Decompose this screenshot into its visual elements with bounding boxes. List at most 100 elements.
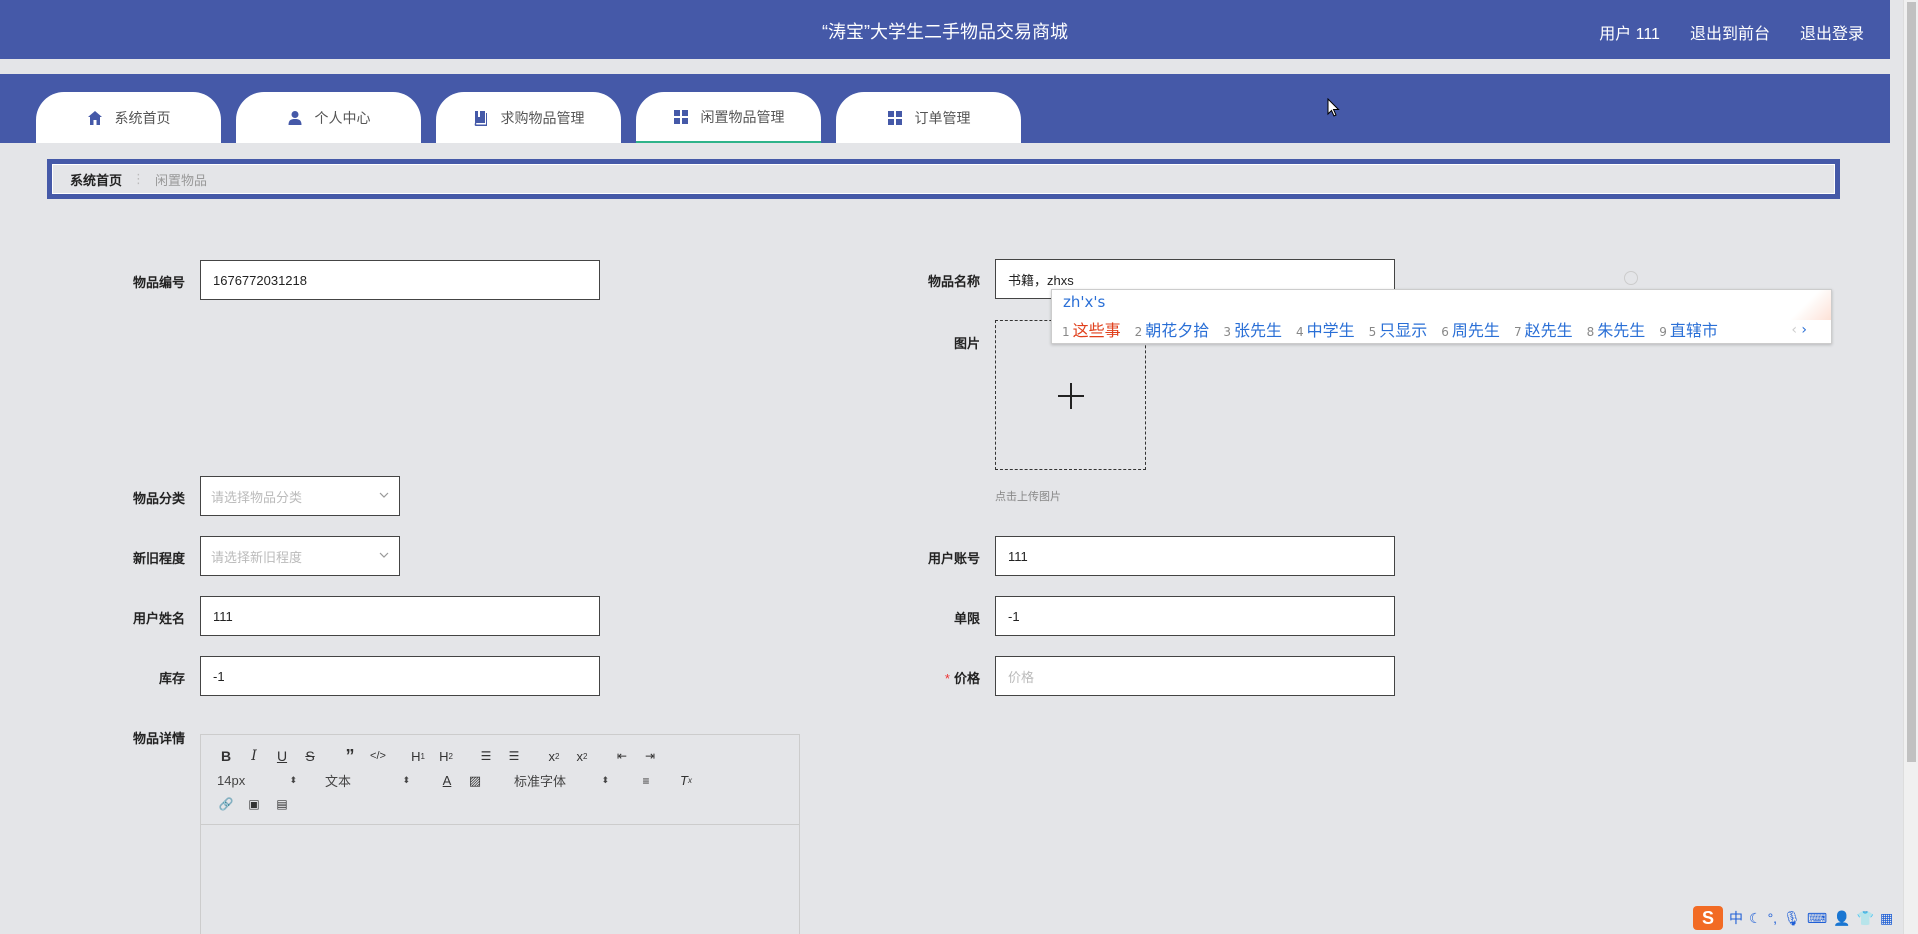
bold-button[interactable]: B: [217, 747, 235, 765]
ime-candidate[interactable]: 9 直辖市: [1659, 317, 1718, 341]
logout-link[interactable]: 退出登录: [1800, 20, 1864, 44]
category-select[interactable]: 请选择物品分类: [200, 476, 400, 516]
ordered-list-icon[interactable]: ☰: [477, 747, 495, 765]
align-icon[interactable]: ≡: [637, 772, 655, 790]
italic-button[interactable]: I: [245, 747, 263, 765]
code-icon[interactable]: </>: [369, 747, 387, 765]
ime-candidate[interactable]: 8 朱先生: [1587, 317, 1646, 341]
current-user[interactable]: 用户 111: [1599, 20, 1660, 44]
editor-toolbar: B I U S ” </> H1 H2 ☰ ☰ x2 x2 ⇤ ⇥ 14px ⬍ …: [201, 735, 799, 825]
updown-icon: ⬍: [402, 775, 410, 785]
username-input[interactable]: 111: [200, 596, 600, 636]
nav-tabs: 系统首页 个人中心 求购物品管理 闲置物品管理 订单管理: [36, 92, 1021, 143]
tab-orders[interactable]: 订单管理: [836, 92, 1021, 143]
underline-button[interactable]: U: [273, 747, 291, 765]
block-type-value: 文本: [325, 774, 352, 789]
breadcrumb-current: 闲置物品: [155, 172, 208, 188]
back-to-front-link[interactable]: 退出到前台: [1690, 20, 1770, 44]
stock-input[interactable]: -1: [200, 656, 600, 696]
tab-label: 个人中心: [314, 109, 371, 126]
home-icon: [87, 110, 102, 125]
tab-label: 订单管理: [914, 109, 971, 126]
tab-label: 求购物品管理: [500, 109, 585, 126]
breadcrumb-home[interactable]: 系统首页: [70, 170, 122, 189]
skin-icon[interactable]: 👕: [1857, 910, 1874, 927]
breadcrumb-separator: ⋮: [132, 171, 146, 186]
outdent-icon[interactable]: ⇤: [613, 747, 631, 765]
limit-input[interactable]: -1: [995, 596, 1395, 636]
font-size-value: 14px: [217, 773, 246, 788]
item-name-label: 物品名称: [927, 274, 980, 289]
ime-candidate[interactable]: 7 赵先生: [1514, 317, 1573, 341]
user-links: 用户 111 退出到前台 退出登录: [1599, 20, 1864, 44]
sogou-logo-icon[interactable]: S: [1693, 906, 1723, 930]
chevron-down-icon: [379, 492, 389, 498]
font-family-select[interactable]: 标准字体 ⬍: [514, 771, 609, 790]
ime-candidate[interactable]: 1 这些事: [1062, 317, 1121, 341]
item-no-input[interactable]: 1676772031218: [200, 260, 600, 300]
clear-icon[interactable]: [1624, 271, 1638, 285]
scrollbar-thumb[interactable]: [1907, 2, 1916, 762]
tab-label: 闲置物品管理: [700, 108, 785, 125]
video-icon[interactable]: ▤: [273, 795, 291, 813]
tab-personal-center[interactable]: 个人中心: [236, 92, 421, 143]
background-color-icon[interactable]: ▨: [466, 772, 484, 790]
price-label: * 价格: [900, 668, 980, 687]
font-family-value: 标准字体: [514, 774, 567, 789]
condition-label: 新旧程度: [132, 551, 185, 566]
page-scrollbar[interactable]: [1903, 0, 1918, 934]
tab-home[interactable]: 系统首页: [36, 92, 221, 143]
category-placeholder: 请选择物品分类: [211, 489, 303, 505]
upload-hint: 点击上传图片: [995, 491, 1061, 503]
moon-icon[interactable]: ☾: [1749, 910, 1762, 927]
updown-icon: ⬍: [601, 775, 609, 785]
username-label: 用户姓名: [132, 611, 185, 626]
toolbox-icon[interactable]: ▦: [1880, 910, 1893, 927]
ime-candidate[interactable]: 5 只显示: [1369, 317, 1428, 341]
account-input[interactable]: 111: [995, 536, 1395, 576]
user-icon[interactable]: 👤: [1833, 910, 1850, 927]
font-size-select[interactable]: 14px ⬍: [217, 773, 297, 788]
strike-button[interactable]: S: [301, 747, 319, 765]
ime-candidate[interactable]: 6 周先生: [1441, 317, 1500, 341]
ime-page-arrows[interactable]: ‹ ›: [1791, 322, 1807, 338]
font-color-icon[interactable]: A: [438, 772, 456, 790]
block-type-select[interactable]: 文本 ⬍: [325, 771, 410, 790]
image-icon[interactable]: ▣: [245, 795, 263, 813]
nav-bar: 系统首页 个人中心 求购物品管理 闲置物品管理 订单管理: [0, 74, 1890, 143]
heading1-button[interactable]: H1: [409, 747, 427, 765]
keyboard-icon[interactable]: ⌨: [1807, 910, 1827, 927]
ime-candidate[interactable]: 3 张先生: [1223, 317, 1282, 341]
tab-wanted-items[interactable]: 求购物品管理: [436, 92, 621, 143]
detail-label: 物品详情: [132, 731, 185, 746]
rich-text-editor: B I U S ” </> H1 H2 ☰ ☰ x2 x2 ⇤ ⇥ 14px ⬍ …: [200, 734, 800, 934]
plus-icon: [1058, 383, 1084, 409]
superscript-button[interactable]: x2: [573, 747, 591, 765]
grid-icon: [673, 109, 688, 124]
heading2-button[interactable]: H2: [437, 747, 455, 765]
tab-idle-items[interactable]: 闲置物品管理: [636, 92, 821, 143]
ime-language-toggle[interactable]: 中: [1729, 908, 1743, 928]
punctuation-icon[interactable]: °,: [1768, 910, 1778, 926]
microphone-icon[interactable]: 🎙: [1783, 910, 1801, 927]
ime-tray: S 中 ☾ °, 🎙 ⌨ 👤 👕 ▦: [1693, 906, 1893, 930]
bullet-list-icon[interactable]: ☰: [505, 747, 523, 765]
condition-select[interactable]: 请选择新旧程度: [200, 536, 400, 576]
clear-format-icon[interactable]: Tx: [677, 772, 695, 790]
required-asterisk: *: [944, 671, 950, 686]
ime-candidate[interactable]: 4 中学生: [1296, 317, 1355, 341]
chevron-down-icon: [379, 552, 389, 558]
link-icon[interactable]: 🔗: [217, 795, 235, 813]
ime-candidate[interactable]: 2 朝花夕拾: [1135, 317, 1210, 341]
subscript-button[interactable]: x2: [545, 747, 563, 765]
quote-icon[interactable]: ”: [341, 746, 359, 766]
limit-label: 单限: [953, 611, 980, 626]
stock-label: 库存: [158, 671, 185, 686]
top-header: “涛宝”大学生二手物品交易商城 用户 111 退出到前台 退出登录: [0, 0, 1890, 59]
book-icon: [474, 110, 487, 126]
grid-icon: [887, 110, 902, 125]
indent-icon[interactable]: ⇥: [641, 747, 659, 765]
price-input[interactable]: 价格: [995, 656, 1395, 696]
account-label: 用户账号: [927, 551, 980, 566]
condition-placeholder: 请选择新旧程度: [211, 549, 303, 565]
